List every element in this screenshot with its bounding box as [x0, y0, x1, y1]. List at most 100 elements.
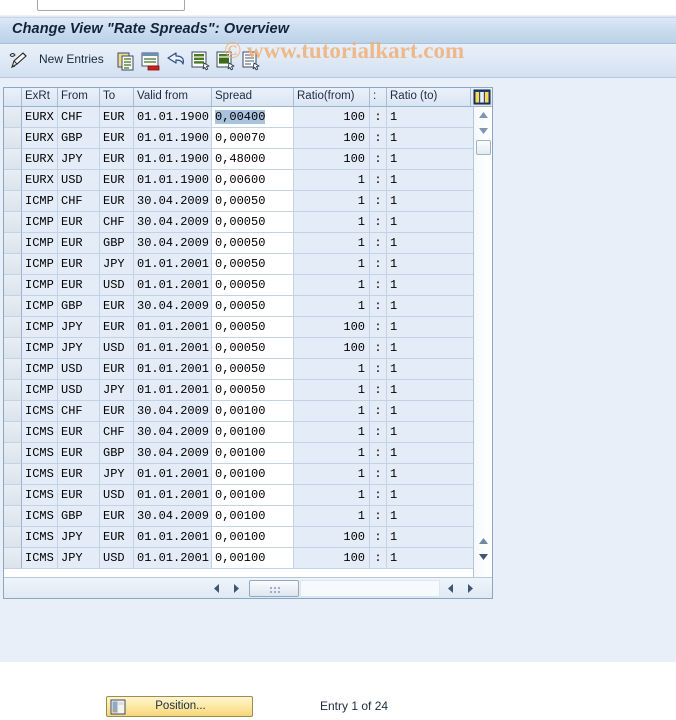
cell-exrt[interactable]: ICMS — [22, 422, 58, 443]
cell-exrt[interactable]: ICMP — [22, 317, 58, 338]
copy-icon[interactable] — [115, 50, 137, 72]
cell-exrt[interactable]: ICMS — [22, 527, 58, 548]
cell-ratio-from[interactable]: 100 — [294, 107, 370, 128]
cell-valid[interactable]: 01.01.2001 — [134, 338, 212, 359]
row-selector[interactable] — [4, 212, 22, 233]
column-header-to[interactable]: To — [100, 88, 134, 106]
cell-colon[interactable]: : — [370, 359, 387, 380]
table-row[interactable]: ICMP JPY EUR 01.01.2001 0,00050 100:1 — [4, 317, 492, 338]
cell-valid[interactable]: 01.01.2001 — [134, 317, 212, 338]
table-row[interactable]: ICMS CHF EUR 30.04.2009 0,00100 1:1 — [4, 401, 492, 422]
cell-valid[interactable]: 30.04.2009 — [134, 191, 212, 212]
cell-from[interactable]: EUR — [58, 443, 100, 464]
cell-colon[interactable]: : — [370, 422, 387, 443]
cell-exrt[interactable]: EURX — [22, 128, 58, 149]
table-row[interactable]: ICMS EUR JPY 01.01.2001 0,00100 1:1 — [4, 464, 492, 485]
cell-valid[interactable]: 30.04.2009 — [134, 422, 212, 443]
cell-to[interactable]: EUR — [100, 527, 134, 548]
cell-spread[interactable]: 0,00100 — [212, 443, 294, 464]
table-row[interactable]: ICMP USD EUR 01.01.2001 0,00050 1:1 — [4, 359, 492, 380]
cell-valid[interactable]: 30.04.2009 — [134, 506, 212, 527]
cell-from[interactable]: JPY — [58, 527, 100, 548]
table-row[interactable]: EURX JPY EUR 01.01.1900 0,48000 100:1 — [4, 149, 492, 170]
row-selector[interactable] — [4, 401, 22, 422]
row-selector[interactable] — [4, 548, 22, 569]
cell-to[interactable]: GBP — [100, 233, 134, 254]
cell-spread[interactable]: 0,00100 — [212, 401, 294, 422]
cell-spread[interactable]: 0,00100 — [212, 422, 294, 443]
vertical-scrollbar[interactable] — [473, 107, 492, 578]
cell-ratio-from[interactable]: 1 — [294, 422, 370, 443]
cell-valid[interactable]: 30.04.2009 — [134, 443, 212, 464]
cell-from[interactable]: EUR — [58, 233, 100, 254]
cell-to[interactable]: EUR — [100, 128, 134, 149]
column-header-from[interactable]: From — [58, 88, 100, 106]
cell-to[interactable]: EUR — [100, 401, 134, 422]
cell-to[interactable]: EUR — [100, 149, 134, 170]
cell-spread[interactable]: 0,00100 — [212, 464, 294, 485]
cell-from[interactable]: EUR — [58, 254, 100, 275]
cell-spread[interactable]: 0,00050 — [212, 380, 294, 401]
table-row[interactable]: ICMS EUR GBP 30.04.2009 0,00100 1:1 — [4, 443, 492, 464]
cell-exrt[interactable]: ICMP — [22, 275, 58, 296]
cell-to[interactable]: EUR — [100, 170, 134, 191]
cell-valid[interactable]: 01.01.2001 — [134, 527, 212, 548]
column-header-colon[interactable]: : — [370, 88, 387, 106]
cell-valid[interactable]: 01.01.2001 — [134, 464, 212, 485]
cell-to[interactable]: EUR — [100, 317, 134, 338]
column-header-ratio-from[interactable]: Ratio(from) — [294, 88, 370, 106]
command-field[interactable] — [37, 0, 185, 11]
cell-colon[interactable]: : — [370, 317, 387, 338]
cell-spread[interactable]: 0,00100 — [212, 506, 294, 527]
cell-from[interactable]: EUR — [58, 275, 100, 296]
cell-colon[interactable]: : — [370, 191, 387, 212]
row-selector[interactable] — [4, 233, 22, 254]
row-selector[interactable] — [4, 527, 22, 548]
table-row[interactable]: ICMS EUR USD 01.01.2001 0,00100 1:1 — [4, 485, 492, 506]
cell-ratio-from[interactable]: 100 — [294, 317, 370, 338]
vertical-scroll-thumb[interactable] — [476, 140, 491, 155]
scroll-down-icon[interactable] — [476, 124, 491, 138]
row-selector[interactable] — [4, 464, 22, 485]
scroll-left-icon[interactable] — [210, 581, 225, 596]
pencil-icon[interactable] — [8, 50, 30, 72]
cell-from[interactable]: CHF — [58, 401, 100, 422]
cell-ratio-from[interactable]: 1 — [294, 443, 370, 464]
cell-spread[interactable]: 0,00600 — [212, 170, 294, 191]
cell-exrt[interactable]: EURX — [22, 149, 58, 170]
cell-colon[interactable]: : — [370, 506, 387, 527]
cell-exrt[interactable]: ICMS — [22, 464, 58, 485]
cell-to[interactable]: USD — [100, 485, 134, 506]
cell-to[interactable]: GBP — [100, 443, 134, 464]
cell-valid[interactable]: 01.01.2001 — [134, 275, 212, 296]
column-header-exrt[interactable]: ExRt — [22, 88, 58, 106]
cell-to[interactable]: USD — [100, 275, 134, 296]
horizontal-scroll-thumb[interactable] — [249, 580, 299, 597]
cell-colon[interactable]: : — [370, 380, 387, 401]
cell-from[interactable]: USD — [58, 380, 100, 401]
delete-row-icon[interactable] — [140, 50, 162, 72]
cell-exrt[interactable]: ICMS — [22, 548, 58, 569]
column-header-valid-from[interactable]: Valid from — [134, 88, 212, 106]
row-selector[interactable] — [4, 380, 22, 401]
cell-spread[interactable]: 0,48000 — [212, 149, 294, 170]
cell-spread[interactable]: 0,00100 — [212, 527, 294, 548]
row-selector[interactable] — [4, 107, 22, 128]
row-selector[interactable] — [4, 485, 22, 506]
cell-exrt[interactable]: ICMS — [22, 506, 58, 527]
cell-valid[interactable]: 01.01.2001 — [134, 380, 212, 401]
cell-colon[interactable]: : — [370, 170, 387, 191]
row-selector[interactable] — [4, 422, 22, 443]
deselect-all-icon[interactable] — [215, 50, 237, 72]
cell-from[interactable]: CHF — [58, 107, 100, 128]
cell-spread[interactable]: 0,00050 — [212, 275, 294, 296]
cell-ratio-from[interactable]: 1 — [294, 212, 370, 233]
row-selector[interactable] — [4, 359, 22, 380]
cell-from[interactable]: JPY — [58, 317, 100, 338]
table-row[interactable]: EURX CHF EUR 01.01.1900 0,00400 100:1 — [4, 107, 492, 128]
table-row[interactable]: ICMP USD JPY 01.01.2001 0,00050 1:1 — [4, 380, 492, 401]
cell-spread[interactable]: 0,00050 — [212, 296, 294, 317]
cell-colon[interactable]: : — [370, 485, 387, 506]
cell-ratio-from[interactable]: 1 — [294, 359, 370, 380]
row-selector[interactable] — [4, 149, 22, 170]
